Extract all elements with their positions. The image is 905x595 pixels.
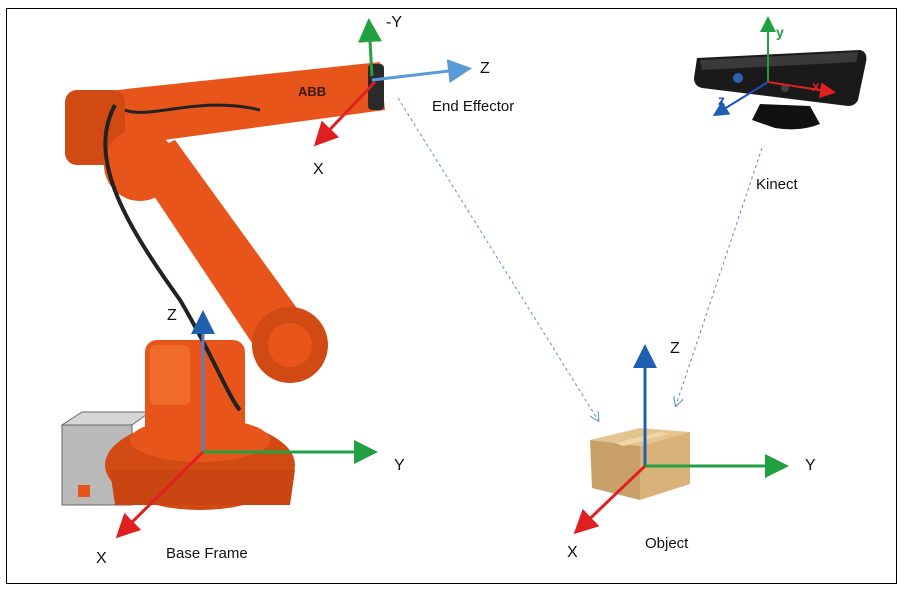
object-axis-label-x: X bbox=[567, 544, 578, 561]
kinect-label: Kinect bbox=[756, 176, 798, 193]
base-frame-label: Base Frame bbox=[166, 545, 248, 562]
abb-logo: ABB bbox=[298, 84, 326, 99]
kinect-sensor-illustration bbox=[694, 50, 867, 130]
ee-axis-label-z: Z bbox=[480, 60, 490, 77]
object-axis-label-y: Y bbox=[805, 457, 816, 474]
ee-z-axis bbox=[371, 59, 472, 84]
diagram-canvas: ABB bbox=[60, 16, 867, 539]
base-axis-label-x: X bbox=[96, 550, 107, 567]
object-label: Object bbox=[645, 535, 689, 552]
kinect-axis-label-y: y bbox=[776, 24, 784, 40]
end-effector-label: End Effector bbox=[432, 98, 515, 115]
robot-arm-illustration bbox=[60, 62, 385, 510]
base-axis-label-y: Y bbox=[394, 457, 405, 474]
object-axis-label-z: Z bbox=[670, 340, 680, 357]
kinect-axis-label-x: x bbox=[812, 78, 820, 94]
base-axis-label-z: Z bbox=[167, 307, 177, 324]
dashed-kinect-to-object bbox=[676, 147, 763, 405]
kinect-axis-label-z: z bbox=[718, 92, 725, 108]
box-object-illustration bbox=[590, 428, 690, 500]
ee-axis-label-neg-y: -Y bbox=[386, 14, 402, 31]
ee-axis-label-x: X bbox=[313, 161, 324, 178]
dashed-ee-to-object bbox=[397, 97, 598, 420]
